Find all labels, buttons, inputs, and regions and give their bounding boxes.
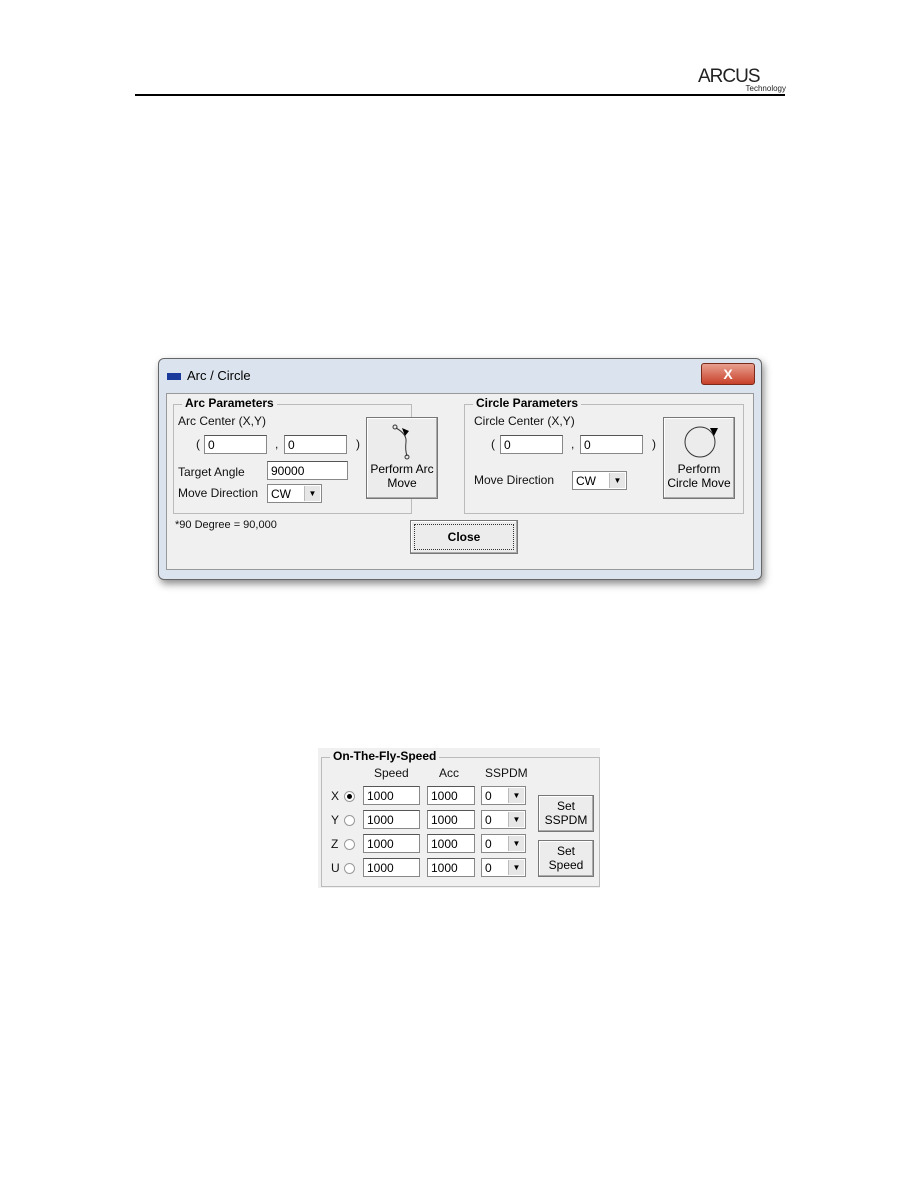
app-icon xyxy=(167,373,181,380)
target-angle-input[interactable]: 90000 xyxy=(267,461,348,480)
select-value: 0 xyxy=(485,861,492,875)
set-sspdm-button[interactable]: Set SSPDM xyxy=(538,795,594,832)
acc-input[interactable]: 1000 xyxy=(427,810,475,829)
sspdm-select[interactable]: 0 ▼ xyxy=(481,834,526,853)
chevron-down-icon: ▼ xyxy=(609,473,625,488)
select-value: 0 xyxy=(485,813,492,827)
circle-center-y-input[interactable]: 0 xyxy=(580,435,643,454)
on-the-fly-speed-panel: On-The-Fly-Speed Speed Acc SSPDM X 1000 … xyxy=(318,748,600,888)
chevron-down-icon: ▼ xyxy=(508,860,524,875)
perform-circle-move-button[interactable]: Perform Circle Move xyxy=(663,417,735,499)
paren: ) xyxy=(356,437,360,451)
acc-input[interactable]: 1000 xyxy=(427,786,475,805)
target-angle-label: Target Angle xyxy=(178,465,245,479)
arcus-logo: ARCUS Technology xyxy=(698,66,786,93)
circle-parameters-group: Circle Parameters Circle Center (X,Y) ( … xyxy=(464,396,744,514)
move-direction-label: Move Direction xyxy=(178,486,259,500)
axis-label: Z xyxy=(331,837,339,851)
acc-header: Acc xyxy=(439,766,460,780)
speed-input[interactable]: 1000 xyxy=(363,834,420,853)
chevron-down-icon: ▼ xyxy=(508,836,524,851)
axis-radio[interactable] xyxy=(344,791,355,802)
sspdm-select[interactable]: 0 ▼ xyxy=(481,858,526,877)
select-value: 0 xyxy=(485,789,492,803)
acc-input[interactable]: 1000 xyxy=(427,858,475,877)
comma: , xyxy=(571,437,575,451)
axis-label: X xyxy=(331,789,340,803)
paren: ) xyxy=(652,437,656,451)
arc-parameters-group: Arc Parameters Arc Center (X,Y) ( 0 , 0 … xyxy=(173,396,438,514)
select-value: CW xyxy=(576,474,596,488)
chevron-down-icon: ▼ xyxy=(508,788,524,803)
circle-center-label: Circle Center (X,Y) xyxy=(474,414,575,428)
paren: ( xyxy=(491,437,495,451)
close-button[interactable]: Close xyxy=(410,520,518,554)
degree-note: *90 Degree = 90,000 xyxy=(175,519,277,531)
comma: , xyxy=(275,437,279,451)
axis-radio[interactable] xyxy=(344,839,355,850)
chevron-down-icon: ▼ xyxy=(508,812,524,827)
button-label: Perform Arc Move xyxy=(370,462,434,490)
axis-radio[interactable] xyxy=(344,863,355,874)
dialog-title: Arc / Circle xyxy=(187,368,251,383)
circle-direction-select[interactable]: CW ▼ xyxy=(572,471,627,490)
select-value: CW xyxy=(271,487,291,501)
select-value: 0 xyxy=(485,837,492,851)
header-rule xyxy=(135,94,785,96)
speed-input[interactable]: 1000 xyxy=(363,810,420,829)
button-label: Perform Circle Move xyxy=(667,462,731,490)
paren: ( xyxy=(196,437,200,451)
acc-input[interactable]: 1000 xyxy=(427,834,475,853)
dialog-client: Arc Parameters Arc Center (X,Y) ( 0 , 0 … xyxy=(166,393,754,570)
circle-icon xyxy=(684,426,718,458)
speed-input[interactable]: 1000 xyxy=(363,858,420,877)
sspdm-header: SSPDM xyxy=(485,766,528,780)
arc-center-y-input[interactable]: 0 xyxy=(284,435,347,454)
window-close-button[interactable]: X xyxy=(701,363,755,385)
chevron-down-icon: ▼ xyxy=(304,486,320,501)
otf-group: On-The-Fly-Speed Speed Acc SSPDM X 1000 … xyxy=(321,749,600,887)
axis-radio[interactable] xyxy=(344,815,355,826)
group-label: Circle Parameters xyxy=(473,396,582,410)
arc-icon xyxy=(392,424,410,460)
arc-center-label: Arc Center (X,Y) xyxy=(178,414,267,428)
arc-center-x-input[interactable]: 0 xyxy=(204,435,267,454)
speed-header: Speed xyxy=(374,766,409,780)
set-speed-button[interactable]: Set Speed xyxy=(538,840,594,877)
sspdm-select[interactable]: 0 ▼ xyxy=(481,786,526,805)
axis-label: Y xyxy=(331,813,340,827)
circle-center-x-input[interactable]: 0 xyxy=(500,435,563,454)
sspdm-select[interactable]: 0 ▼ xyxy=(481,810,526,829)
axis-label: U xyxy=(331,861,340,875)
speed-input[interactable]: 1000 xyxy=(363,786,420,805)
group-label: Arc Parameters xyxy=(182,396,277,410)
group-label: On-The-Fly-Speed xyxy=(330,749,440,763)
perform-arc-move-button[interactable]: Perform Arc Move xyxy=(366,417,438,499)
arc-circle-dialog: Arc / Circle X Arc Parameters Arc Center… xyxy=(158,358,762,580)
move-direction-label: Move Direction xyxy=(474,473,555,487)
arc-direction-select[interactable]: CW ▼ xyxy=(267,484,322,503)
